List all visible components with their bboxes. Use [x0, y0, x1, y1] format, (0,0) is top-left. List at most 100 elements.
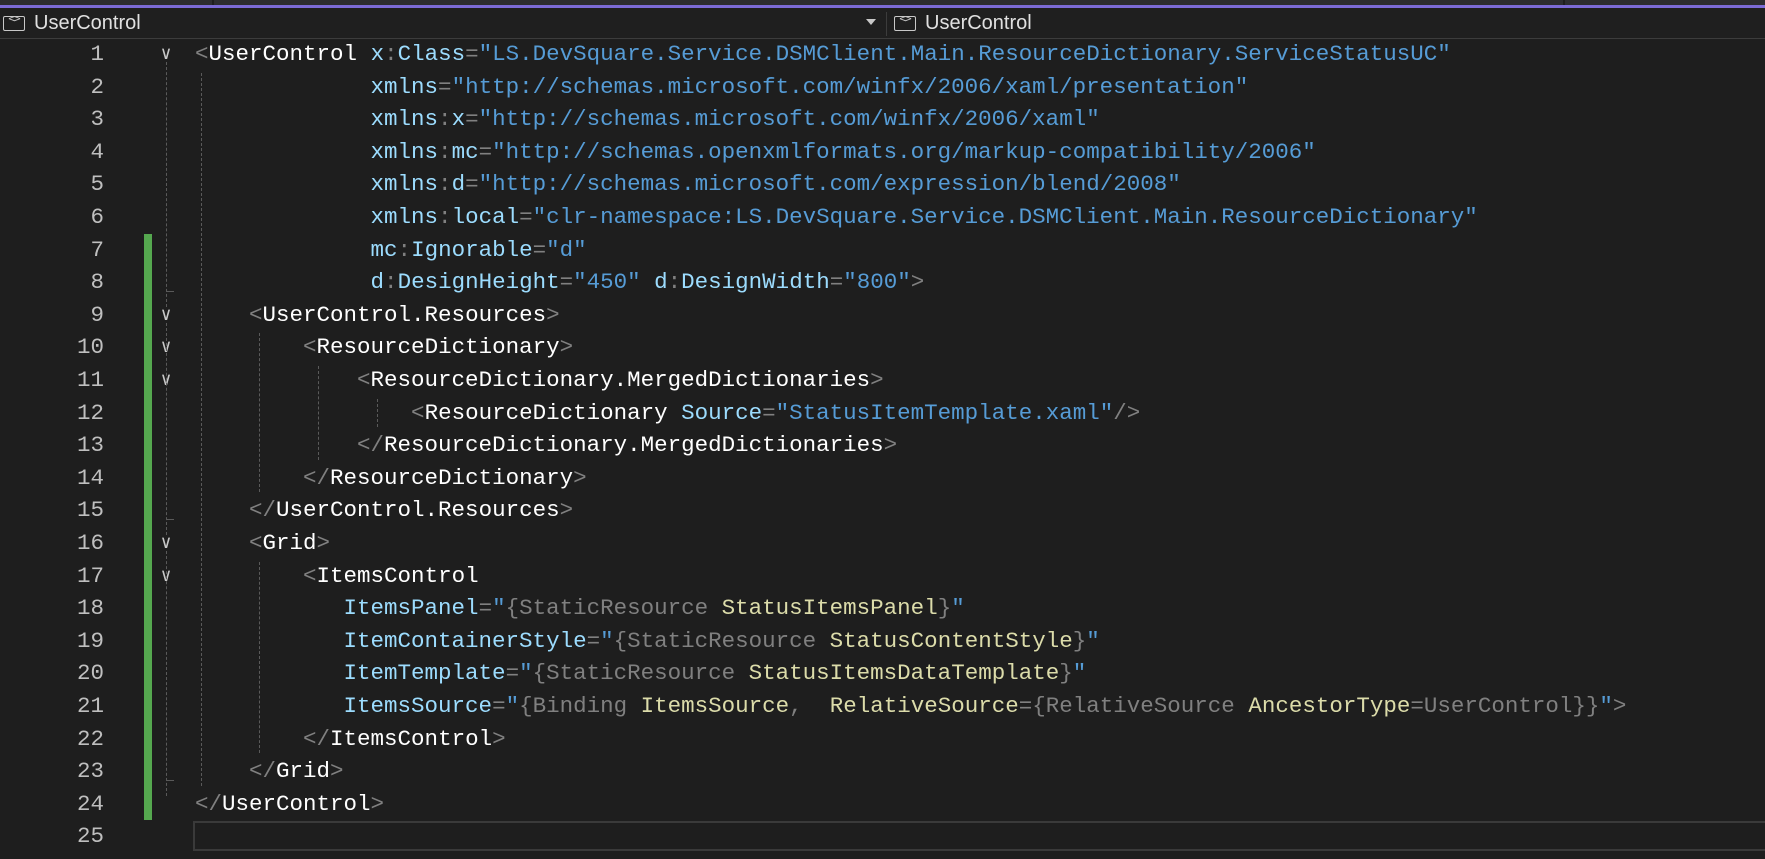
code-token: local	[451, 204, 520, 230]
code-line[interactable]: 8 d:DesignHeight="450" d:DesignWidth="80…	[0, 266, 1765, 299]
code-token: =	[762, 399, 776, 426]
code-token: :	[438, 204, 452, 230]
code-token: =	[465, 106, 479, 133]
code-token: :	[667, 269, 682, 296]
type-dropdown-label: UserControl	[34, 11, 141, 34]
code-line[interactable]: 24 </UserControl>	[0, 787, 1765, 821]
code-line[interactable]: 13 </ResourceDictionary.MergedDictionari…	[0, 429, 1765, 462]
code-token: ResourceDictionary.MergedDictionaries	[370, 367, 871, 393]
fold-guide-line	[166, 551, 167, 796]
code-line[interactable]: 7 mc:Ignorable="d"	[0, 233, 1765, 267]
code-token: Ignorable	[411, 236, 533, 263]
code-line[interactable]: 19 ItemContainerStyle="{StaticResource S…	[0, 624, 1765, 658]
code-line[interactable]: 10 ∨ <ResourceDictionary>	[0, 331, 1765, 364]
change-marker	[144, 364, 152, 397]
code-text: </ItemsControl>	[195, 723, 506, 756]
change-marker	[144, 657, 152, 690]
code-text: </ResourceDictionary.MergedDictionaries>	[195, 429, 897, 462]
code-token: Grid	[262, 530, 317, 556]
code-token: =	[505, 660, 520, 687]
line-number: 14	[76, 464, 104, 491]
code-line[interactable]: 3 xmlns:x="http://schemas.microsoft.com/…	[0, 103, 1765, 136]
code-text: ItemTemplate="{StaticResource StatusItem…	[195, 657, 1087, 690]
code-line[interactable]: 21 ItemsSource="{Binding ItemsSource, Re…	[0, 690, 1765, 723]
code-text: d:DesignHeight="450" d:DesignWidth="800"…	[195, 266, 925, 299]
indent-guide	[377, 398, 378, 428]
code-token: </	[249, 497, 277, 524]
code-line[interactable]: 5 xmlns:d="http://schemas.microsoft.com/…	[0, 168, 1765, 201]
code-token: "StatusItemTemplate.xaml"	[775, 399, 1114, 426]
indent-guide	[259, 333, 260, 493]
change-marker	[144, 494, 152, 527]
code-line[interactable]: 2 xmlns="http://schemas.microsoft.com/wi…	[0, 71, 1765, 104]
navbar-divider	[886, 12, 887, 36]
code-token: >	[370, 790, 385, 817]
line-number: 18	[76, 595, 104, 622]
code-token: StaticResource	[546, 660, 736, 687]
code-token: >	[910, 269, 925, 296]
code-token: Class	[397, 41, 466, 67]
code-token: =	[519, 204, 533, 230]
code-token: <	[303, 562, 317, 589]
fold-guide-line	[166, 323, 167, 536]
code-line[interactable]: 4 xmlns:mc="http://schemas.openxmlformat…	[0, 136, 1765, 169]
chevron-down-icon[interactable]	[866, 19, 876, 25]
change-marker	[144, 266, 152, 299]
code-token: StaticResource	[627, 627, 817, 654]
code-line[interactable]: 22 </ItemsControl>	[0, 722, 1765, 756]
line-number: 23	[76, 758, 104, 785]
code-token: x	[370, 41, 385, 67]
code-text: </UserControl>	[195, 788, 384, 821]
code-text: </UserControl.Resources>	[195, 494, 573, 527]
code-token: :	[384, 269, 398, 296]
line-number: 1	[90, 41, 104, 67]
change-marker	[144, 331, 152, 364]
line-number: 25	[76, 823, 104, 850]
code-token: "	[505, 693, 520, 719]
code-line[interactable]: 12 <ResourceDictionary Source="StatusIte…	[0, 396, 1765, 430]
code-line[interactable]: 15 </UserControl.Resources>	[0, 494, 1765, 527]
code-token: d	[451, 171, 466, 198]
code-token: >	[330, 758, 344, 785]
code-token: UserControl	[1423, 693, 1573, 719]
code-line[interactable]: 9 ∨ <UserControl.Resources>	[0, 298, 1765, 332]
code-token: <	[249, 301, 263, 328]
code-token: xmlns	[370, 138, 439, 165]
code-token: "	[1599, 693, 1613, 719]
code-token: "http://schemas.openxmlformats.org/marku…	[492, 138, 1316, 165]
code-token: </	[303, 464, 331, 491]
code-line[interactable]: 1 ∨ <UserControl x:Class="LS.DevSquare.Ser…	[0, 38, 1765, 71]
code-token: <	[411, 399, 425, 426]
member-dropdown[interactable]: UserControl	[891, 8, 1765, 38]
code-line[interactable]: 14 </ResourceDictionary>	[0, 461, 1765, 495]
line-number: 5	[90, 171, 104, 198]
code-text: mc:Ignorable="d"	[195, 234, 587, 267]
code-token: "LS.DevSquare.Service.DSMClient.Main.Res…	[478, 41, 1451, 67]
code-editor[interactable]: 1 ∨ <UserControl x:Class="LS.DevSquare.Ser…	[0, 38, 1765, 859]
code-line[interactable]: 17 ∨ <ItemsControl	[0, 559, 1765, 593]
code-token: =	[465, 41, 479, 67]
code-token: =	[478, 138, 493, 165]
code-text: </Grid>	[195, 755, 344, 788]
code-line[interactable]: 11 ∨ <ResourceDictionary.MergedDictionari…	[0, 364, 1765, 397]
code-line[interactable]: 16 ∨ <Grid>	[0, 527, 1765, 560]
type-dropdown[interactable]: UserControl	[0, 8, 884, 38]
code-line[interactable]: 18 ItemsPanel="{StaticResource StatusIte…	[0, 592, 1765, 625]
code-line[interactable]: 20 ItemTemplate="{StaticResource StatusI…	[0, 657, 1765, 690]
code-token: =	[1018, 693, 1033, 719]
code-token: }	[1072, 627, 1087, 654]
code-token: ItemsControl	[330, 725, 493, 752]
code-line[interactable]: 23 </Grid>	[0, 755, 1765, 788]
code-token: {	[613, 627, 628, 654]
change-marker	[144, 559, 152, 593]
code-line[interactable]: 6 xmlns:local="clr-namespace:LS.DevSquar…	[0, 201, 1765, 234]
